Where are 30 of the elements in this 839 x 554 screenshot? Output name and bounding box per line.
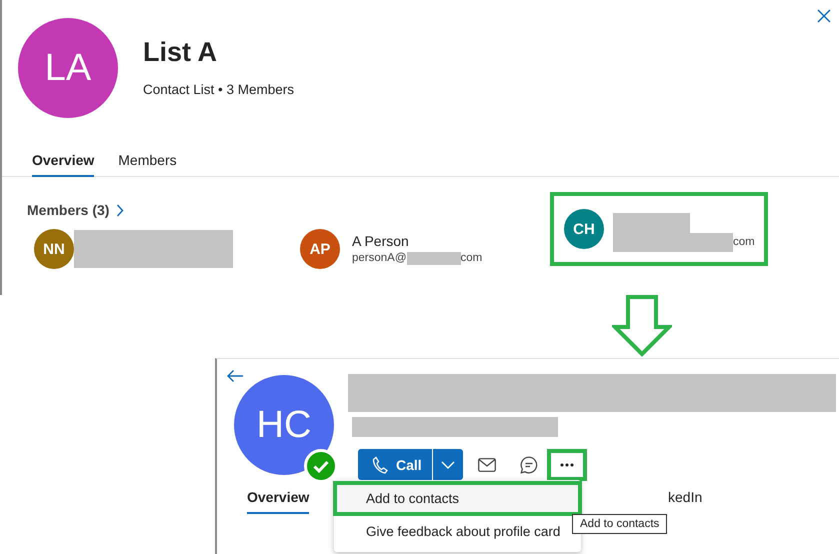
avatar[interactable]: AP [300, 229, 340, 269]
email-text: com [460, 251, 482, 266]
member-name: A Person [352, 232, 410, 250]
more-icon [560, 462, 574, 466]
call-button[interactable]: Call [358, 449, 432, 480]
mail-icon[interactable] [478, 458, 496, 472]
close-icon[interactable] [817, 9, 831, 23]
avatar[interactable]: CH [564, 209, 604, 249]
email-text: com [733, 235, 755, 250]
list-title: List A [143, 36, 218, 68]
tab[interactable]: Members [118, 144, 177, 177]
chevron-down-icon [441, 460, 455, 468]
email-text: personA@ [352, 251, 407, 266]
avatar: LA [18, 18, 118, 118]
more-options-button[interactable] [548, 450, 586, 480]
tab[interactable]: Overview [32, 144, 94, 177]
tooltip: Add to contacts [572, 514, 668, 534]
menu-item[interactable]: Add to contacts [334, 482, 581, 515]
tab[interactable]: kedIn [668, 486, 702, 508]
call-options-button[interactable] [432, 449, 463, 480]
members-heading[interactable]: Members (3) [27, 202, 110, 218]
chevron-right-icon[interactable] [116, 204, 124, 216]
list-subtitle: Contact List • 3 Members [143, 82, 294, 97]
phone-icon [372, 456, 388, 474]
avatar: HC [234, 375, 334, 475]
down-arrow-icon [612, 295, 672, 357]
back-arrow-icon[interactable] [226, 369, 244, 383]
avatar[interactable]: NN [34, 229, 74, 269]
chat-icon[interactable] [520, 456, 538, 474]
tab[interactable]: Overview [247, 486, 310, 514]
